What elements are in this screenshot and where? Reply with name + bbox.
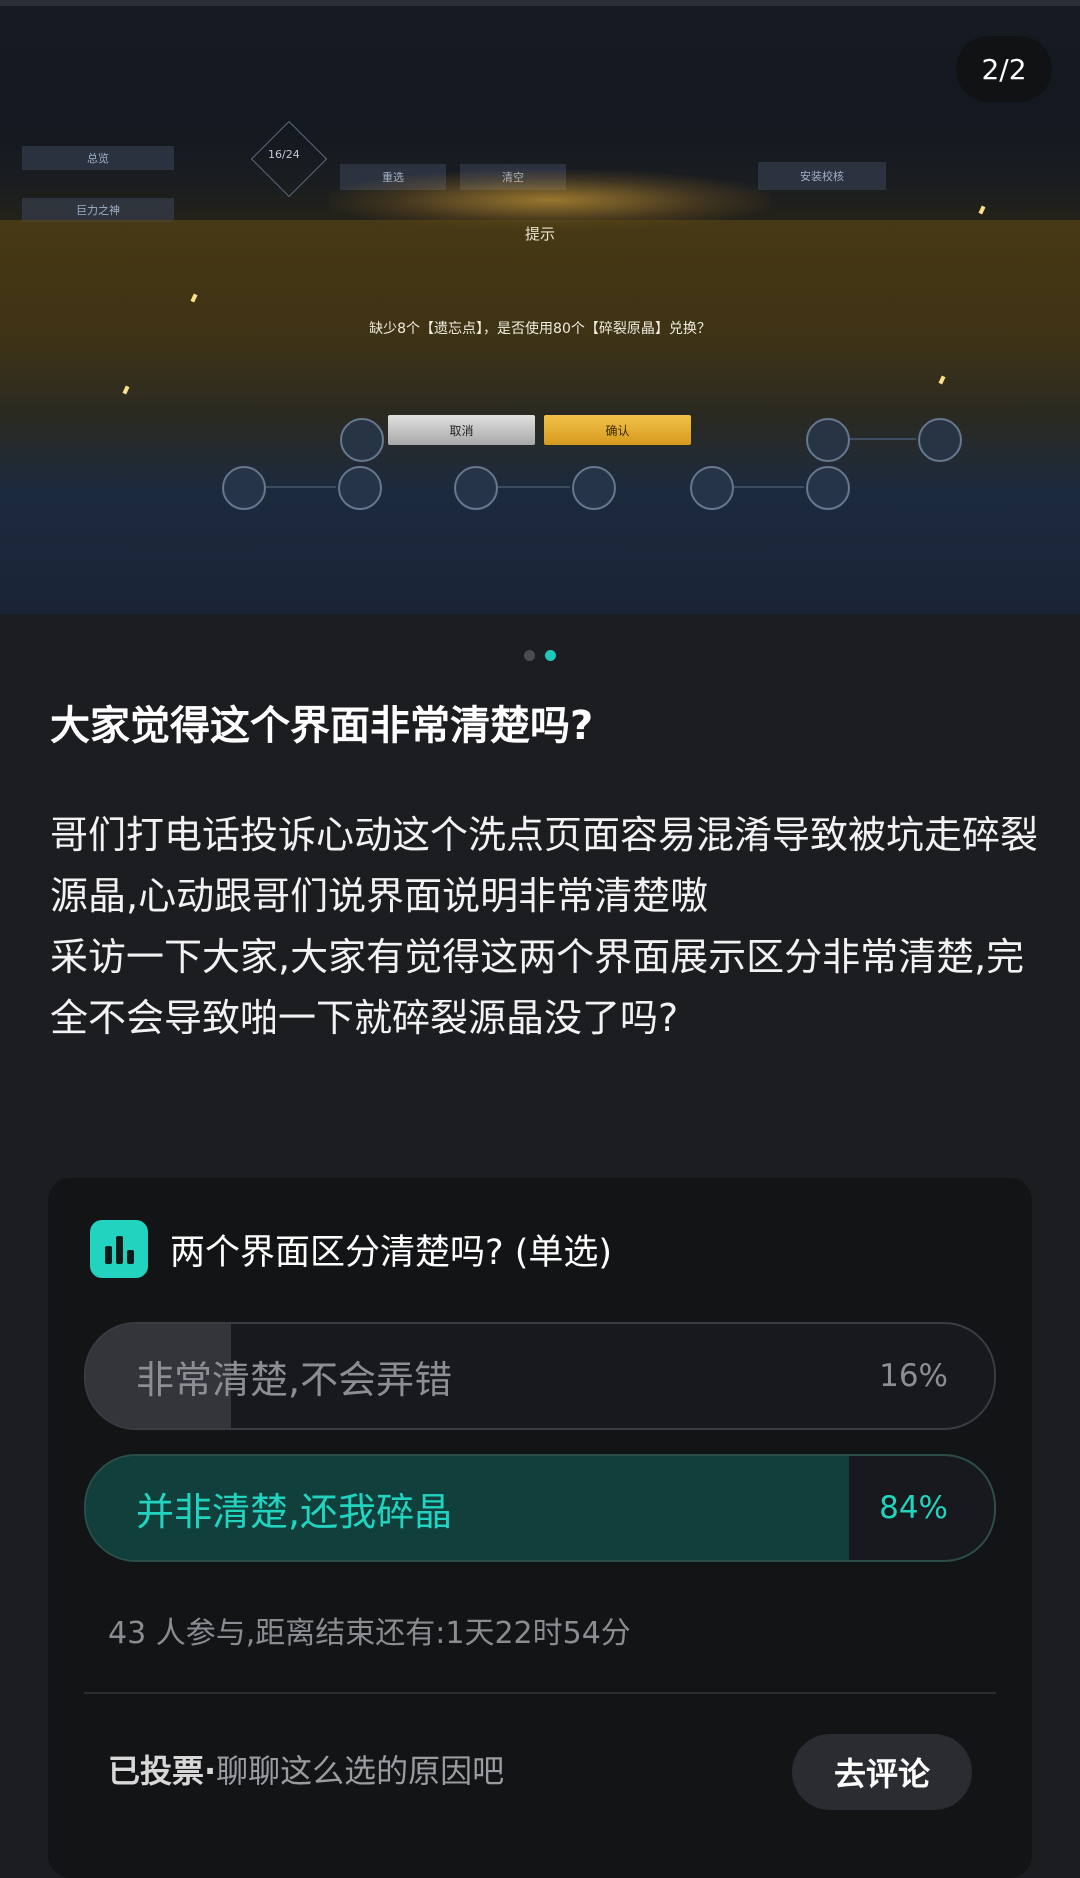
image-node-link <box>850 438 916 440</box>
image-skill-node <box>572 466 616 510</box>
carousel-indicator <box>0 650 1080 661</box>
poll-option-label: 非常清楚,不会弄错 <box>136 1357 453 1402</box>
image-skill-node <box>340 418 384 462</box>
poll-option-percent: 16% <box>879 1358 948 1394</box>
poll-footer: 已投票·聊聊这么选的原因吧 <box>108 1746 504 1792</box>
image-tab-total: 总览 <box>22 146 174 170</box>
divider <box>84 1692 996 1694</box>
bar-chart-icon <box>90 1220 148 1278</box>
image-hex-counter: 16/24 <box>268 148 300 161</box>
image-skill-node <box>338 466 382 510</box>
image-skill-node <box>918 418 962 462</box>
post-image[interactable]: 总览 巨力之神 16/24 重选 清空 安装校核 提示 缺少8个【遗忘点】，是否… <box>0 0 1080 614</box>
image-dialog-title: 提示 <box>524 225 555 243</box>
image-node-link <box>498 486 570 488</box>
image-node-link <box>734 486 804 488</box>
poll-option-label: 并非清楚,还我碎晶 <box>136 1489 453 1534</box>
image-skill-node <box>806 418 850 462</box>
image-skill-node <box>454 466 498 510</box>
poll-option-selected[interactable]: 并非清楚,还我碎晶 84% <box>84 1454 996 1562</box>
image-counter-badge: 2/2 <box>956 36 1052 102</box>
poll-participants: 43 人参与,距离结束还有:1天22时54分 <box>108 1616 631 1651</box>
poll-option-percent: 84% <box>879 1490 948 1526</box>
post-paragraph: 采访一下大家,大家有觉得这两个界面展示区分非常清楚,完全不会导致啪一下就碎裂源晶… <box>50 935 1025 1040</box>
image-confirm-button: 确认 <box>544 415 691 445</box>
image-tab-skill: 巨力之神 <box>22 198 174 222</box>
poll-header: 两个界面区分清楚吗? (单选) <box>90 1220 612 1278</box>
post-body: 哥们打电话投诉心动这个洗点页面容易混淆导致被坑走碎裂源晶,心动跟哥们说界面说明非… <box>50 805 1040 1049</box>
image-dialog-message: 缺少8个【遗忘点】，是否使用80个【碎裂原晶】兑换？ <box>369 321 711 337</box>
poll-title: 两个界面区分清楚吗? (单选) <box>170 1232 613 1273</box>
image-cancel-button: 取消 <box>388 415 535 445</box>
comment-prompt: 聊聊这么选的原因吧 <box>216 1752 505 1790</box>
carousel-dot[interactable] <box>524 650 535 661</box>
image-skill-node <box>222 466 266 510</box>
image-spark <box>978 205 986 215</box>
image-skill-node <box>690 466 734 510</box>
image-node-link <box>266 486 336 488</box>
poll-option[interactable]: 非常清楚,不会弄错 16% <box>84 1322 996 1430</box>
poll-card: 两个界面区分清楚吗? (单选) 非常清楚,不会弄错 16% 并非清楚,还我碎晶 … <box>48 1178 1032 1878</box>
image-top-strip <box>0 0 1080 6</box>
image-install-button: 安装校核 <box>758 162 886 190</box>
voted-label: 已投票· <box>108 1752 217 1790</box>
post-paragraph: 哥们打电话投诉心动这个洗点页面容易混淆导致被坑走碎裂源晶,心动跟哥们说界面说明非… <box>50 813 1039 918</box>
comment-button[interactable]: 去评论 <box>792 1734 972 1810</box>
post-title: 大家觉得这个界面非常清楚吗? <box>50 703 594 749</box>
carousel-dot-active[interactable] <box>545 650 556 661</box>
image-skill-node <box>806 466 850 510</box>
